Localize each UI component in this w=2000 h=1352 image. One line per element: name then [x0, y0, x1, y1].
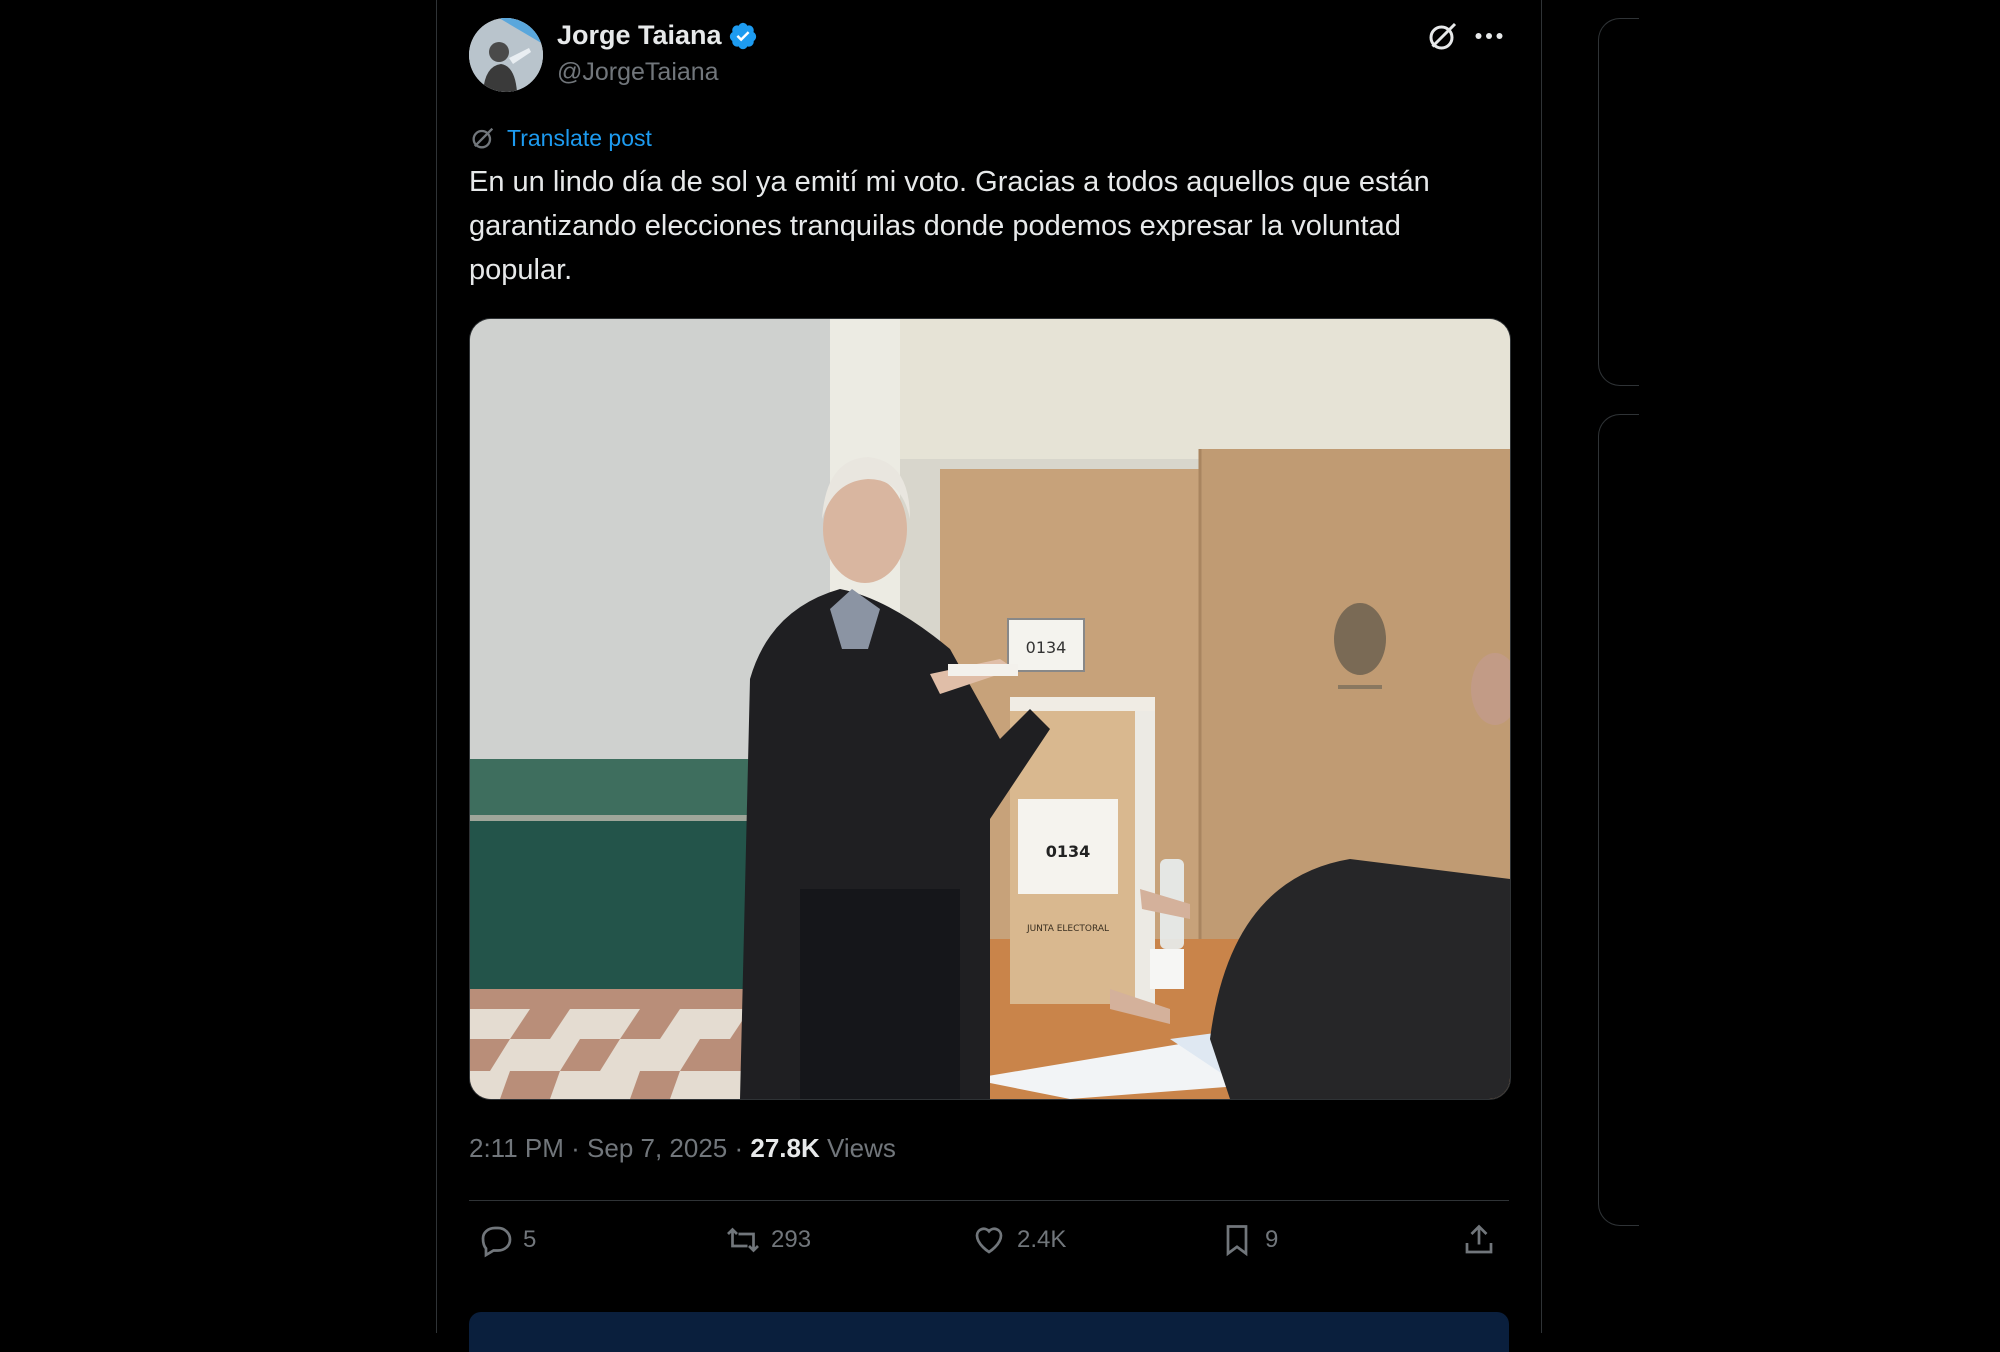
grok-icon[interactable] [1425, 18, 1461, 54]
views-count[interactable]: 27.8K [750, 1133, 819, 1163]
bookmark-count: 9 [1265, 1226, 1279, 1253]
voting-photo-illustration: 0134 0134 JUNTA ELECTORAL [470, 319, 1510, 1099]
grok-translate-icon [472, 127, 494, 149]
repost-button[interactable]: 293 [725, 1222, 811, 1258]
post-text: En un lindo día de sol ya emití mi voto.… [469, 166, 1430, 286]
translate-post-link[interactable]: Translate post [469, 124, 652, 152]
action-bar: 5 293 2.4K 9 [469, 1222, 1509, 1270]
reply-button[interactable]: 5 [477, 1222, 536, 1258]
author-handle[interactable]: @JorgeTaiana [557, 58, 719, 87]
reply-icon [481, 1226, 512, 1258]
views-label: Views [826, 1133, 896, 1163]
like-button[interactable]: 2.4K [971, 1222, 1066, 1258]
post-card: Jorge Taiana @JorgeTaiana Translate post… [436, 0, 1542, 1352]
sidebar-card [1598, 414, 1639, 1226]
avatar[interactable] [469, 18, 543, 92]
reply-count: 5 [523, 1226, 537, 1253]
booth-number-label: 0134 [1026, 638, 1067, 657]
author-name-text[interactable]: Jorge Taiana [557, 20, 722, 51]
bookmark-button[interactable]: 9 [1219, 1222, 1278, 1258]
post-photo[interactable]: 0134 0134 JUNTA ELECTORAL [469, 318, 1511, 1100]
more-options-icon[interactable] [1471, 18, 1507, 54]
sidebar-card [1598, 18, 1639, 386]
heart-icon [975, 1227, 1003, 1254]
like-count: 2.4K [1017, 1226, 1067, 1253]
translate-label[interactable]: Translate post [507, 125, 652, 152]
post-time[interactable]: 2:11 PM [469, 1133, 564, 1163]
repost-icon [727, 1227, 759, 1253]
svg-text:0134: 0134 [1046, 842, 1091, 861]
post-meta: 2:11 PM · Sep 7, 2025 · 27.8K Views [469, 1133, 896, 1163]
bookmark-icon [1226, 1225, 1248, 1257]
share-icon [1465, 1224, 1493, 1254]
verified-badge-icon [729, 22, 756, 49]
repost-count: 293 [771, 1226, 812, 1253]
reply-composer-edge[interactable] [469, 1312, 1509, 1352]
share-button[interactable] [1461, 1222, 1497, 1258]
ballot-box-sign: JUNTA ELECTORAL [1026, 924, 1109, 934]
author-name[interactable]: Jorge Taiana [557, 20, 758, 51]
post-date[interactable]: Sep 7, 2025 [587, 1133, 727, 1163]
divider [469, 1200, 1509, 1201]
